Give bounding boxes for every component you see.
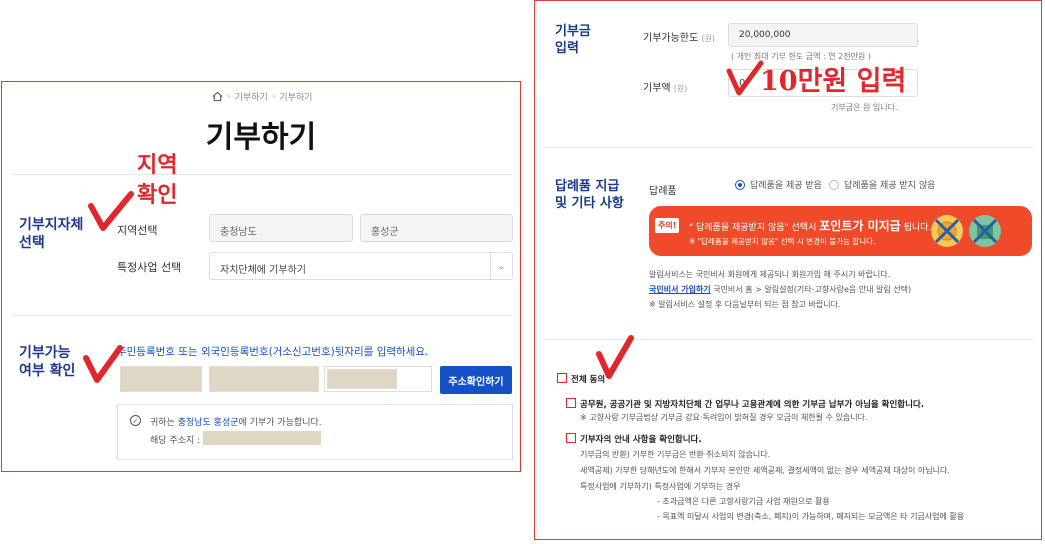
agree1-checkbox[interactable] [566,398,576,408]
gift-label: 답례품 [649,186,677,197]
info-region: 충청남도 홍성군 [177,418,239,428]
radio-gift-no-label: 답례품을 제공 받지 않음 [844,181,936,191]
banner-tag: 주의! [655,218,680,233]
info-prefix: 귀하는 [150,418,178,428]
screenshot-root: › 기부하기 › 기부하기 기부하기 기부지자체 선택 지역선택 충청남도 홍성… [0,0,1045,544]
eligibility-info-box: ✓ 귀하는 충청남도 홍성군에 기부가 가능합니다. 해당 주소지 : [117,404,513,460]
project-select[interactable]: 자치단체에 기부하기 ⌄ [209,252,513,280]
alarm-signup-link[interactable]: 국민비서 가입하기 [649,285,711,294]
checkmark-annotation [726,60,764,96]
coin-crossed-icon [931,215,963,247]
banner-line2: ※ "답례품을 제공받지 않음" 선택 시 변경이 불가능 합니다. [689,237,876,246]
id-input-2[interactable] [209,366,319,392]
agree2-line5: - 목표액 미달시 사업의 변경(축소, 폐지)이 가능하며, 폐지되는 모금액… [657,512,965,521]
banner-line1: " 답례품을 제공받지 않음" 선택시 포인트가 미지급 됩니다. [689,219,932,233]
agree2-line3: 특정사업에 기부하기) 특정사업에 기부하는 경우 [580,482,741,491]
radio-empty-icon [829,179,839,190]
alarm-line1: 알림서비스는 국민비서 회원에게 제공되니 회원가입 해 주시기 바랍니다. [649,270,891,279]
project-select-value: 자치단체에 기부하기 [220,265,306,276]
gift-crossed-icon [969,215,1001,247]
agree1-note: ※ 고향사랑 기부금법상 기부금 강요·독려임이 밝혀질 경우 모금이 제한될 … [580,413,868,422]
section-title-region: 기부지자체 선택 [19,217,84,251]
divider [12,315,512,316]
id-instruction: 주민등록번호 또는 외국인등록번호(거소신고번호)뒷자리를 입력하세요. [117,346,429,358]
agree2-checkbox[interactable] [566,433,576,443]
chevron-right-icon: › [227,91,231,102]
divider [12,174,512,175]
donation-form-panel: 기부금 입력 기부가능한도 (원) 20,000,000 ( 개인 최대 기부 … [534,0,1042,540]
breadcrumb-item[interactable]: 기부하기 [235,90,268,103]
redacted-block [327,369,397,389]
region-sido-field[interactable]: 충청남도 [209,214,353,242]
radio-gift-yes-label: 답례품을 제공 받음 [750,181,822,191]
checkmark-annotation [83,345,123,383]
section-title-gift: 답례품 지급 및 기타 사항 [555,179,624,211]
region-sigungu-field[interactable]: 홍성군 [360,214,513,242]
alarm-line3: ※ 알림서비스 설정 후 다음날부터 되는 점 참고 바랍니다. [649,300,841,309]
agree2-line2: 세액공제) 기부한 당해년도에 한해서 기부자 본인만 세액공제, 결정세액이 … [580,466,950,475]
info-suffix: 에 기부가 가능합니다. [238,418,322,428]
amount-note: 기부금은 원 입니다. [831,103,898,112]
checkmark-annotation [88,191,134,231]
section-title-amount: 기부금 입력 [555,24,591,56]
annotation-region-check: 지역 확인 [137,152,178,208]
limit-label: 기부가능한도 (원) [643,33,715,44]
section-title-eligibility: 기부가능 여부 확인 [19,345,76,379]
breadcrumb: › 기부하기 › 기부하기 [212,90,312,103]
check-circle-icon: ✓ [130,415,141,426]
alarm-line2: 국민비서 가입하기 국민비서 홈 > 알림설정(기타-고향사랑e음 안내 알림 … [649,285,912,294]
amount-label: 기부액 (원) [643,83,688,94]
home-icon[interactable] [212,91,223,102]
radio-gift-yes[interactable]: 답례품을 제공 받음 [735,178,822,191]
donation-region-panel: › 기부하기 › 기부하기 기부하기 기부지자체 선택 지역선택 충청남도 홍성… [1,81,521,472]
chevron-down-icon[interactable]: ⌄ [490,253,512,279]
agree2-line4: - 초과금액은 다른 고향사랑기금 사업 재원으로 활용 [657,497,830,506]
agree2-line1: 기부금의 반환) 기부한 기부금은 반환·취소되지 않습니다. [580,450,771,459]
agree-all-label: 전체 동의 [571,375,606,385]
info-address-label: 해당 주소지 : [150,436,201,446]
project-label: 특정사업 선택 [117,261,182,274]
divider [545,147,1033,148]
agree1-title: 공무원, 공공기관 및 지방자치단체 간 업무나 고용관계에 의한 기부금 납부… [580,400,924,410]
annotation-amount: 10만원 입력 [760,66,907,97]
redacted-address [203,431,321,445]
page-title: 기부하기 [205,120,317,155]
agree2-title: 기부자의 안내 사항을 확인합니다. [580,435,702,445]
limit-field: 20,000,000 [728,23,918,47]
radio-gift-no[interactable]: 답례품을 제공 받지 않음 [829,178,935,191]
radio-selected-icon [735,179,745,190]
breadcrumb-item[interactable]: 기부하기 [279,90,312,103]
id-input-1[interactable] [120,366,202,392]
address-check-button[interactable]: 주소확인하기 [440,366,512,394]
agree-all-checkbox[interactable] [557,373,567,383]
warning-banner: 주의! " 답례품을 제공받지 않음" 선택시 포인트가 미지급 됩니다. ※ … [649,206,1032,256]
chevron-right-icon: › [271,91,276,102]
